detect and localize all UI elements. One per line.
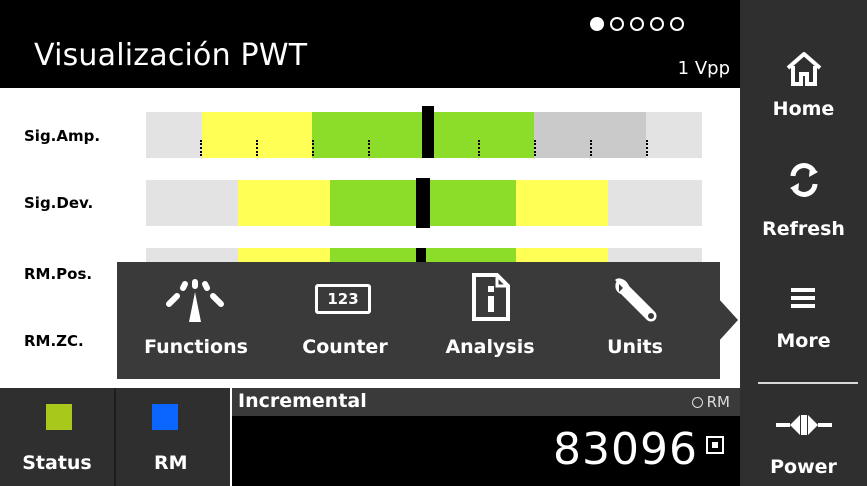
- header-bar: Visualización PWT 1 Vpp: [0, 0, 740, 92]
- refresh-button[interactable]: Refresh: [740, 118, 867, 240]
- refresh-label: Refresh: [762, 218, 845, 240]
- bar-segment-yellow: [516, 180, 608, 226]
- bar-segment-yellow: [516, 248, 608, 262]
- page-dot[interactable]: [610, 17, 624, 31]
- rm-status-label: RM: [706, 393, 730, 411]
- rm-tile[interactable]: RM: [116, 388, 230, 486]
- counter-icon-text: 123: [327, 290, 359, 308]
- bar-segment-gray: [646, 112, 702, 158]
- units-label: Units: [607, 336, 663, 358]
- more-menu: Functions 123 Counter Analysis Units: [117, 262, 720, 379]
- sidebar: Home Refresh More Power: [740, 0, 867, 486]
- power-button[interactable]: Power: [740, 386, 867, 486]
- signal-bar-amp: [146, 106, 702, 158]
- rm-label: RM: [154, 452, 188, 474]
- power-label: Power: [770, 456, 837, 478]
- bar-segment-gray: [146, 248, 238, 262]
- incremental-title: Incremental: [238, 390, 367, 412]
- page-dot[interactable]: [630, 17, 644, 31]
- status-label: Status: [22, 452, 92, 474]
- signal-type-label: 1 Vpp: [677, 58, 730, 79]
- rm-indicator: [152, 404, 178, 430]
- analysis-button[interactable]: Analysis: [415, 262, 565, 379]
- refresh-icon: [790, 163, 818, 197]
- bar-tick: [368, 140, 372, 156]
- home-icon: [786, 52, 822, 86]
- signal-label-dev: Sig.Dev.: [24, 194, 94, 212]
- signal-bar-dev: [146, 178, 702, 228]
- signal-label-amp: Sig.Amp.: [24, 127, 101, 145]
- signal-label-rmzc: RM.ZC.: [24, 332, 84, 350]
- plug-icon: [776, 415, 832, 435]
- gauge-icon: [166, 279, 224, 322]
- bar-tick: [478, 140, 482, 156]
- counter-label: Counter: [302, 336, 388, 358]
- units-button[interactable]: Units: [565, 262, 705, 379]
- more-label: More: [776, 330, 831, 352]
- analysis-label: Analysis: [445, 336, 535, 358]
- bar-tick: [534, 140, 538, 156]
- functions-label: Functions: [144, 336, 248, 358]
- bar-segment-yellow: [238, 248, 330, 262]
- page-dot[interactable]: [670, 17, 684, 31]
- status-tile[interactable]: Status: [0, 388, 114, 486]
- rm-status: RM: [691, 393, 730, 411]
- bar-tick: [590, 140, 594, 156]
- status-panel: Status RM: [0, 388, 230, 486]
- circle-icon: [691, 396, 703, 408]
- signal-pointer: [422, 106, 434, 158]
- signal-pointer: [416, 178, 430, 228]
- menu-icon: [791, 288, 815, 308]
- signal-label-rmpos: RM.Pos.: [24, 265, 93, 283]
- page-indicator: [590, 17, 684, 31]
- wrench-icon: [615, 278, 657, 322]
- menu-pointer-arrow: [718, 298, 738, 342]
- sidebar-divider: [758, 382, 858, 384]
- page-dot[interactable]: [650, 17, 664, 31]
- status-indicator: [46, 404, 72, 430]
- signal-pointer: [416, 248, 426, 262]
- bar-segment-gray: [608, 248, 702, 262]
- document-info-icon: [472, 273, 510, 321]
- bar-segment-gray: [146, 112, 202, 158]
- reference-mark-icon: [706, 436, 724, 454]
- incremental-counter: Incremental RM 83096: [232, 388, 740, 486]
- bar-segment-yellow: [238, 180, 330, 226]
- home-button[interactable]: Home: [740, 0, 867, 120]
- page-dot[interactable]: [590, 17, 604, 31]
- bar-segment-gray: [608, 180, 702, 226]
- bar-tick: [312, 140, 316, 156]
- bar-tick: [200, 140, 204, 156]
- functions-button[interactable]: Functions: [117, 262, 275, 379]
- page-title: Visualización PWT: [34, 38, 308, 73]
- bar-segment-gray: [146, 180, 238, 226]
- incremental-header: Incremental RM: [232, 388, 740, 416]
- signal-bar-rmpos: [146, 248, 702, 262]
- home-label: Home: [772, 98, 835, 120]
- more-button[interactable]: More: [740, 250, 867, 360]
- counter-icon: 123: [315, 284, 371, 314]
- counter-button[interactable]: 123 Counter: [275, 262, 415, 379]
- bar-tick: [646, 140, 650, 156]
- bar-tick: [256, 140, 260, 156]
- counter-value: 83096: [553, 424, 698, 475]
